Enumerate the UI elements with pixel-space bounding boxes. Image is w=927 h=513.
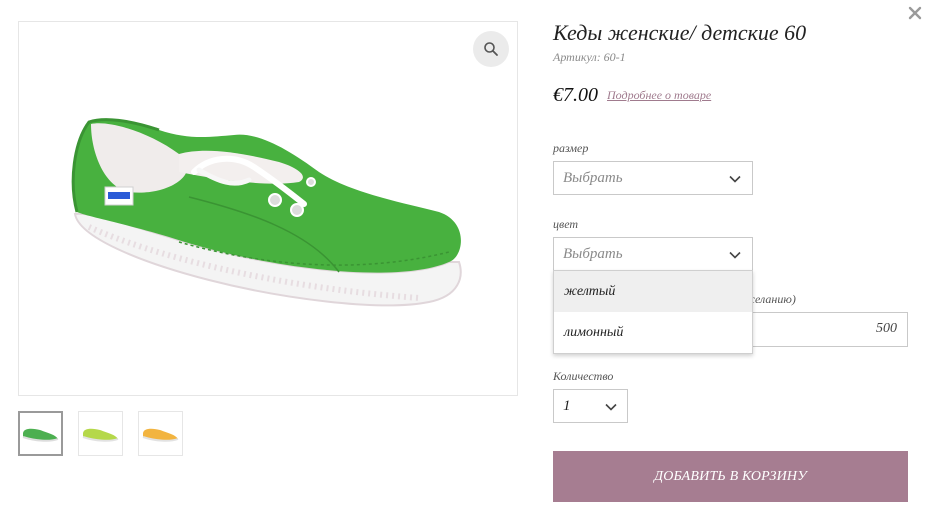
size-label: размер [553, 141, 589, 155]
zoom-button[interactable] [473, 31, 509, 67]
product-sku: Артикул: 60-1 [553, 50, 626, 64]
add-to-cart-button[interactable]: Добавить в корзину [553, 451, 908, 502]
color-option-lemon[interactable]: лимонный [554, 312, 752, 353]
quantity-select[interactable]: 1 [553, 389, 628, 423]
product-details-link[interactable]: Подробнее о товаре [607, 88, 711, 103]
quantity-select-value: 1 [563, 398, 571, 414]
shoe-thumbnail-icon [22, 428, 59, 442]
product-image [71, 118, 462, 307]
extra-text-input[interactable]: 500 [740, 312, 908, 347]
chevron-down-icon [729, 175, 741, 183]
quantity-label: Количество [553, 369, 614, 383]
product-title: Кеды женские/ детские 60 [553, 20, 807, 45]
size-select-value: Выбрать [563, 170, 623, 186]
color-select[interactable]: Выбрать [553, 237, 753, 271]
chevron-down-icon [605, 403, 617, 411]
color-select-value: Выбрать [563, 246, 623, 262]
product-image-gallery [18, 21, 518, 396]
close-icon [908, 6, 922, 20]
extra-text-input-value: 500 [876, 321, 897, 336]
close-button[interactable] [906, 4, 924, 22]
thumbnail-3[interactable] [138, 411, 183, 456]
color-option-yellow[interactable]: желтый [554, 271, 752, 312]
size-select[interactable]: Выбрать [553, 161, 753, 195]
color-label: цвет [553, 217, 579, 231]
shoe-thumbnail-icon [142, 428, 179, 442]
magnifier-icon [484, 42, 498, 56]
thumbnail-1[interactable] [18, 411, 63, 456]
product-price: €7.00 [553, 84, 598, 106]
color-dropdown-menu: желтый лимонный [553, 270, 753, 354]
chevron-down-icon [729, 251, 741, 259]
thumbnail-2[interactable] [78, 411, 123, 456]
shoe-thumbnail-icon [82, 428, 119, 442]
